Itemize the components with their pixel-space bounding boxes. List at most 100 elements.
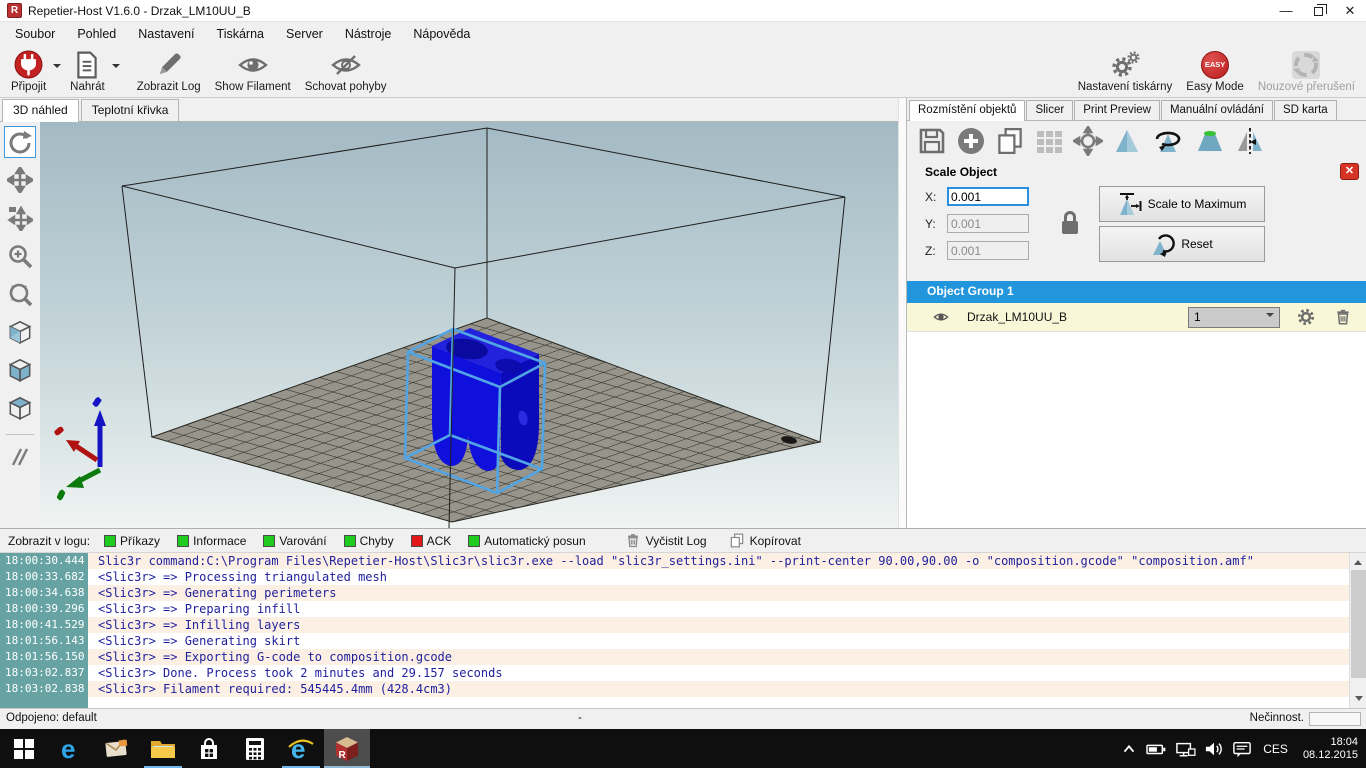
scroll-down-button[interactable] — [1350, 691, 1366, 708]
mail-taskbar-button[interactable] — [94, 729, 140, 768]
right-panel-tab[interactable]: SD karta — [1274, 100, 1337, 120]
volume-icon[interactable] — [1203, 740, 1225, 758]
top-view-button[interactable] — [4, 392, 36, 424]
log-scrollbar[interactable] — [1349, 553, 1366, 708]
network-icon[interactable] — [1174, 740, 1196, 758]
menu-item[interactable]: Nástroje — [334, 23, 403, 45]
toggle-log-button[interactable]: Zobrazit Log — [130, 48, 208, 94]
printer-settings-button[interactable]: Nastavení tiskárny — [1071, 48, 1180, 94]
battery-icon[interactable] — [1145, 740, 1167, 758]
edge-icon: e — [57, 735, 85, 763]
menu-item[interactable]: Nastavení — [127, 23, 205, 45]
object-delete-button[interactable] — [1334, 307, 1352, 327]
zoom-in-button[interactable] — [4, 240, 36, 272]
autoposition-button[interactable] — [1034, 126, 1064, 156]
right-panel-tab[interactable]: Rozmístění objektů — [909, 100, 1025, 121]
menu-item[interactable]: Pohled — [66, 23, 127, 45]
scroll-up-button[interactable] — [1350, 553, 1366, 570]
scale-to-maximum-button[interactable]: Scale to Maximum — [1099, 186, 1265, 222]
plug-icon — [14, 49, 43, 80]
close-button[interactable]: ✕ — [1334, 0, 1366, 21]
repetier-taskbar-button[interactable]: R — [324, 729, 370, 768]
lock-aspect-icon[interactable] — [1055, 207, 1085, 239]
connect-dropdown-caret[interactable] — [53, 64, 61, 72]
scrollbar-thumb[interactable] — [1351, 570, 1366, 678]
log-filter-toggle[interactable]: Příkazy — [104, 534, 160, 548]
show-filament-button[interactable]: Show Filament — [208, 48, 298, 94]
scale-reset-button[interactable]: Reset — [1099, 226, 1265, 262]
center-object-button[interactable] — [1073, 126, 1103, 156]
log-row: 18:00:30.444 Slic3r command:C:\Program F… — [0, 553, 1366, 569]
menu-item[interactable]: Nápověda — [402, 23, 481, 45]
emergency-stop-icon — [1290, 49, 1322, 80]
scale-x-input[interactable] — [947, 187, 1029, 206]
mirror-object-button[interactable] — [1235, 126, 1265, 156]
object-count-dropdown[interactable]: 1 — [1188, 307, 1280, 328]
store-taskbar-button[interactable] — [186, 729, 232, 768]
vertical-splitter[interactable] — [898, 98, 906, 528]
clear-log-button[interactable]: Vyčistit Log — [625, 532, 707, 549]
log-output: 18:00:30.444 Slic3r command:C:\Program F… — [0, 553, 1366, 708]
scale-to-maximum-label: Scale to Maximum — [1148, 197, 1247, 211]
log-filter-toggle[interactable]: Chyby — [344, 534, 394, 548]
scale-z-input[interactable] — [947, 241, 1029, 260]
object-settings-button[interactable] — [1296, 307, 1316, 327]
log-message: <Slic3r> => Processing triangulated mesh — [88, 569, 387, 585]
scale-y-input[interactable] — [947, 214, 1029, 233]
scale-panel-close-button[interactable]: ✕ — [1340, 163, 1359, 180]
zoom-fit-button[interactable] — [4, 278, 36, 310]
right-panel-tab[interactable]: Slicer — [1026, 100, 1073, 120]
load-button[interactable]: Nahrát — [63, 48, 112, 94]
hide-travel-button[interactable]: Schovat pohyby — [298, 48, 394, 94]
tray-chevron-icon[interactable] — [1120, 740, 1138, 758]
minimize-button[interactable]: — — [1270, 0, 1302, 21]
connect-button[interactable]: Připojit — [4, 48, 53, 94]
filter-label: Varování — [279, 534, 326, 548]
notification-icon[interactable] — [1232, 740, 1252, 758]
iso-view-button[interactable] — [4, 316, 36, 348]
right-panel: Rozmístění objektůSlicerPrint PreviewMan… — [906, 98, 1366, 528]
calculator-taskbar-button[interactable] — [232, 729, 278, 768]
language-indicator[interactable]: CES — [1263, 742, 1288, 756]
log-row: 18:01:56.150 <Slic3r> => Exporting G-cod… — [0, 649, 1366, 665]
restore-button[interactable] — [1302, 0, 1334, 21]
view-tab[interactable]: Teplotní křivka — [81, 99, 180, 121]
menu-item[interactable]: Server — [275, 23, 334, 45]
move-view-button[interactable] — [4, 164, 36, 196]
edge-taskbar-button[interactable]: e — [48, 729, 94, 768]
view-tab[interactable]: 3D náhled — [2, 99, 79, 122]
log-filter-toggle[interactable]: Informace — [177, 534, 246, 548]
right-panel-tab[interactable]: Print Preview — [1074, 100, 1160, 120]
log-filter-toggle[interactable]: ACK — [411, 534, 452, 548]
load-dropdown-caret[interactable] — [112, 64, 120, 72]
right-panel-tab[interactable]: Manuální ovládání — [1161, 100, 1273, 120]
lay-flat-button[interactable] — [1194, 126, 1226, 156]
menu-item[interactable]: Tiskárna — [206, 23, 275, 45]
start-button[interactable] — [0, 729, 48, 768]
copy-object-button[interactable] — [995, 126, 1025, 156]
scale-object-button[interactable] — [1112, 126, 1142, 156]
easy-mode-button[interactable]: EASY Easy Mode — [1179, 48, 1251, 94]
add-object-button[interactable] — [956, 126, 986, 156]
parallel-projection-button[interactable] — [4, 441, 36, 473]
save-button[interactable] — [917, 126, 947, 156]
menu-item[interactable]: Soubor — [4, 23, 66, 45]
progress-bar — [1309, 712, 1361, 726]
ie-taskbar-button[interactable]: e — [278, 729, 324, 768]
clock[interactable]: 18:04 08.12.2015 — [1303, 736, 1358, 762]
log-filter-toggle[interactable]: Automatický posun — [468, 534, 585, 548]
explorer-taskbar-button[interactable] — [140, 729, 186, 768]
clear-log-label: Vyčistit Log — [646, 534, 707, 548]
object-list-row[interactable]: Drzak_LM10UU_B 1 — [907, 303, 1366, 331]
move-object-button[interactable] — [4, 202, 36, 234]
object-visibility-icon[interactable] — [931, 309, 951, 325]
repetier-host-icon: R — [333, 735, 361, 763]
3d-viewport[interactable] — [0, 122, 898, 528]
rotate-object-button[interactable] — [1151, 126, 1185, 156]
rotate-view-button[interactable] — [4, 126, 36, 158]
object-group-header[interactable]: Object Group 1 — [907, 281, 1366, 303]
log-filter-toggle[interactable]: Varování — [263, 534, 326, 548]
copy-log-button[interactable]: Kopírovat — [729, 532, 801, 549]
filter-label: Informace — [193, 534, 246, 548]
front-view-button[interactable] — [4, 354, 36, 386]
